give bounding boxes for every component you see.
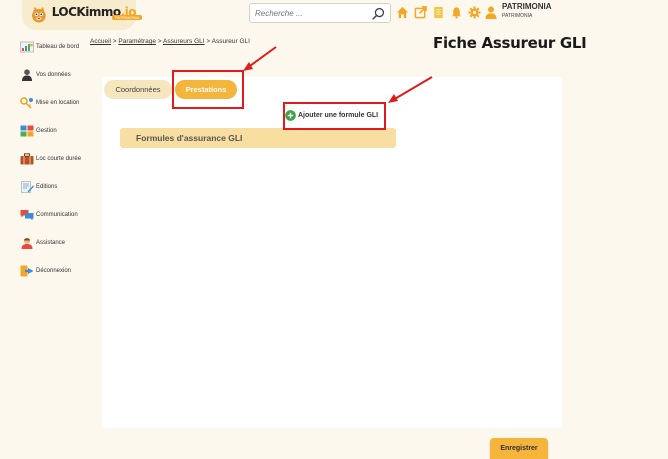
breadcrumb-link-accueil[interactable]: Accueil: [90, 38, 111, 45]
user-name[interactable]: PATRIMONIA: [502, 2, 551, 11]
assistance-icon: [21, 237, 33, 249]
sidebar-item-vos-donnees[interactable]: Vos données: [20, 68, 100, 81]
sidebar-item-communication[interactable]: Communication: [20, 208, 100, 221]
search-icon[interactable]: [372, 7, 385, 20]
keys-icon: [20, 96, 33, 109]
suitcase-icon: [20, 152, 34, 164]
save-button-label: Enregistrer: [500, 445, 538, 452]
app-logo[interactable]: LOCKimmo.io PATRIMONIA: [22, 0, 143, 30]
header-toolbar: [396, 6, 481, 19]
save-button[interactable]: Enregistrer: [490, 438, 548, 459]
gestion-icon: [20, 125, 34, 136]
section-title: Formules d'assurance GLI: [136, 133, 243, 143]
dashboard-icon: [20, 41, 34, 52]
page-title: Fiche Assureur GLI: [433, 34, 587, 52]
user-icon[interactable]: [485, 6, 497, 19]
tab-coordonnees[interactable]: Coordonnées: [104, 80, 172, 99]
person-icon: [22, 68, 32, 81]
bell-icon[interactable]: [450, 6, 463, 19]
editions-icon: [21, 180, 34, 193]
document-icon[interactable]: [432, 6, 445, 19]
sidebar-item-assistance[interactable]: Assistance: [20, 236, 100, 249]
sidebar-item-editions[interactable]: Editions: [20, 180, 100, 193]
section-header-formules: Formules d'assurance GLI: [120, 128, 396, 148]
chat-icon: [20, 209, 34, 220]
home-icon[interactable]: [396, 6, 409, 19]
search-input[interactable]: [250, 8, 370, 18]
highlight-box-add-formula: [283, 102, 386, 130]
user-subtitle: PATRIMONIA: [502, 13, 533, 19]
breadcrumb-current: Assureur GLI: [211, 38, 250, 45]
sidebar: Tableau de bord Vos données Mise en loca…: [20, 40, 100, 292]
sidebar-item-deconnexion[interactable]: Déconnexion: [20, 264, 100, 277]
sidebar-item-mise-en-location[interactable]: Mise en location: [20, 96, 100, 109]
external-link-icon[interactable]: [414, 6, 427, 19]
breadcrumb: Accueil > Paramétrage > Assureurs GLI > …: [90, 38, 250, 45]
highlight-box-prestations: [172, 70, 244, 109]
logout-icon: [20, 265, 34, 276]
sidebar-item-loc-courte-duree[interactable]: Loc courte durée: [20, 152, 100, 165]
gear-icon[interactable]: [468, 6, 481, 19]
breadcrumb-link-assureurs-gli[interactable]: Assureurs GLI: [163, 38, 205, 45]
sidebar-item-tableau-de-bord[interactable]: Tableau de bord: [20, 40, 100, 53]
arrow-to-prestations: [243, 46, 277, 71]
cat-logo-icon: [32, 6, 46, 23]
logo-subtitle: PATRIMONIA: [112, 15, 143, 20]
breadcrumb-link-parametrage[interactable]: Paramétrage: [118, 38, 156, 45]
sidebar-item-gestion[interactable]: Gestion: [20, 124, 100, 137]
search-box[interactable]: [249, 3, 391, 23]
